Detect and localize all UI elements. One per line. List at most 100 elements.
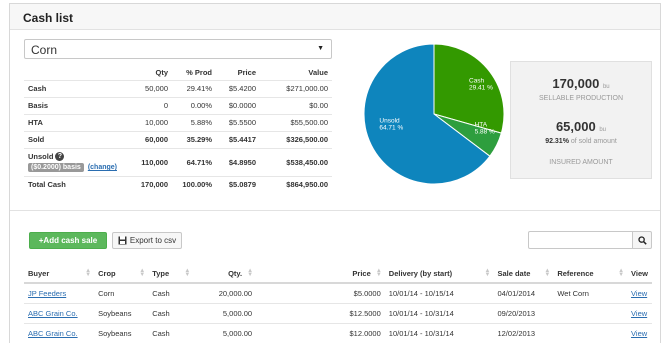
pie-label-hta: HTA [475, 122, 488, 129]
sort-icon: ▲ ▼ [247, 268, 254, 278]
delivery-cell: 10/01/14 - 10/15/14 [384, 283, 494, 304]
view-link[interactable]: View [631, 309, 647, 318]
production-stats-box: 170,000 bu SELLABLE PRODUCTION 65,000 bu… [510, 61, 652, 179]
column-header-pct-prod: % Prod [186, 68, 212, 78]
search-button[interactable] [633, 231, 652, 249]
sort-icon: ▲ ▼ [139, 268, 146, 278]
view-link[interactable]: View [631, 289, 647, 298]
column-header-sale-date[interactable]: Sale date ▲ ▼ [493, 264, 554, 284]
view-link[interactable]: View [631, 329, 647, 338]
unsold-row: Unsold ? ($0.2000) basis (change) 110,00… [24, 147, 332, 176]
column-header-value: Value [308, 68, 328, 78]
pie-percent-cash: 29.41 % [469, 85, 493, 92]
insured-unit: bu [599, 127, 607, 133]
delivery-cell: 10/01/14 - 10/31/14 [384, 323, 494, 343]
qty-cell: 110,000 [128, 147, 172, 176]
column-header-qty[interactable]: Qty. ▲ ▼ [193, 264, 257, 284]
buyer-link[interactable]: ABC Grain Co. [28, 329, 78, 338]
pct-cell: 100.00% [172, 175, 216, 193]
price-cell: $12.0000 [256, 323, 385, 343]
insured-amount-label: INSURED AMOUNT [549, 159, 613, 166]
row-label: Basis [24, 96, 128, 114]
row-label: Sold [24, 130, 128, 148]
cash-summary-table: Qty % Prod Price Value Cash 50,000 29.41… [24, 66, 332, 193]
value-cell: $538,450.00 [260, 147, 332, 176]
pie-percent-hta: 5.88 % [475, 129, 495, 136]
sales-pie-chart: Cash29.41 % HTA5.88 % Unsold64.71 % [363, 43, 505, 185]
production-unit: bu [602, 84, 610, 90]
buyer-link[interactable]: ABC Grain Co. [28, 309, 78, 318]
column-header-view: View [627, 264, 652, 284]
column-header-qty: Qty [155, 68, 168, 78]
crop-cell: Soybeans [94, 323, 149, 343]
price-cell: $5.5500 [216, 113, 260, 131]
qty-cell: 0 [128, 96, 172, 114]
pct-cell: 35.29% [172, 130, 216, 148]
column-header-price: Price [237, 68, 256, 78]
cash-table-header: Qty % Prod Price Value [24, 66, 332, 80]
price-cell: $5.0879 [216, 175, 260, 193]
pie-label-cash: Cash [469, 78, 485, 85]
row-label: HTA [24, 113, 128, 131]
price-cell: $5.4200 [216, 79, 260, 97]
sale-date-cell: 09/20/2013 [493, 303, 554, 324]
row-label: Total Cash [24, 175, 128, 193]
sale-date-cell: 04/01/2014 [493, 283, 554, 304]
sort-icon: ▲ ▼ [184, 268, 191, 278]
export-csv-button[interactable]: Export to csv [112, 232, 182, 249]
pct-cell: 0.00% [172, 96, 216, 114]
reference-cell [553, 303, 628, 324]
help-icon[interactable]: ? [55, 152, 65, 161]
type-cell: Cash [148, 283, 194, 304]
type-cell: Cash [148, 303, 194, 324]
sold-percent-line: 92.31% of sold amount [511, 138, 651, 145]
column-header-crop[interactable]: Crop ▲ ▼ [94, 264, 149, 284]
pie-percent-unsold: 64.71 % [379, 124, 403, 131]
value-cell: $864,950.00 [260, 175, 332, 193]
sold-percent: 92.31% [545, 138, 569, 145]
sort-icon: ▲ ▼ [544, 268, 551, 278]
column-header-price[interactable]: Price ▲ ▼ [256, 264, 385, 284]
price-cell: $4.8950 [216, 147, 260, 176]
column-header-delivery[interactable]: Delivery (by start) ▲ ▼ [384, 264, 494, 284]
value-cell: $271,000.00 [260, 79, 332, 97]
sort-icon: ▲ ▼ [85, 268, 92, 278]
qty-cell: 20,000.00 [193, 283, 257, 304]
table-row: ABC Grain Co. Soybeans Cash 5,000.00 $12… [24, 303, 652, 324]
reference-cell: Wet Corn [553, 283, 628, 304]
cash-row: Cash 50,000 29.41% $5.4200 $271,000.00 [24, 79, 332, 97]
sales-table-header: Buyer ▲ ▼ Crop ▲ ▼ Type ▲ ▼ Qty. ▲ ▼ Price ▲ ▼ Del… [24, 264, 652, 284]
sales-table: Buyer ▲ ▼ Crop ▲ ▼ Type ▲ ▼ Qty. ▲ ▼ Price ▲ ▼ Del… [24, 264, 652, 343]
column-header-reference[interactable]: Reference ▲ ▼ [553, 264, 628, 284]
page-title: Cash list [23, 11, 74, 25]
hta-row: HTA 10,000 5.88% $5.5500 $55,500.00 [24, 113, 332, 131]
price-cell: $5.0000 [256, 283, 385, 304]
table-row: ABC Grain Co. Soybeans Cash 5,000.00 $12… [24, 323, 652, 343]
value-cell: $326,500.00 [260, 130, 332, 148]
basis-badge: ($0.2000) basis [28, 163, 84, 172]
basis-row: Basis 0 0.00% $0.0000 $0.00 [24, 96, 332, 114]
cash-list-panel: Cash list Corn ▼ Qty % Prod Price Value … [9, 3, 661, 343]
total-cash-row: Total Cash 170,000 100.00% $5.0879 $864,… [24, 175, 332, 193]
change-basis-link[interactable]: (change) [88, 164, 117, 171]
section-divider [10, 210, 660, 211]
sort-icon: ▲ ▼ [618, 268, 625, 278]
insured-value: 65,000 bu [555, 119, 607, 134]
crop-select[interactable]: Corn ▼ [24, 39, 332, 59]
price-cell: $5.4417 [216, 130, 260, 148]
column-header-buyer[interactable]: Buyer ▲ ▼ [24, 264, 95, 284]
buyer-link[interactable]: JP Feeders [28, 289, 66, 298]
qty-cell: 60,000 [128, 130, 172, 148]
type-cell: Cash [148, 323, 194, 343]
value-cell: $0.00 [260, 96, 332, 114]
pct-cell: 29.41% [172, 79, 216, 97]
crop-select-value: Corn [31, 43, 58, 57]
search-input[interactable] [528, 231, 633, 249]
value-cell: $55,500.00 [260, 113, 332, 131]
crop-cell: Corn [94, 283, 149, 304]
save-icon [118, 236, 127, 245]
column-header-type[interactable]: Type ▲ ▼ [148, 264, 194, 284]
add-cash-sale-button[interactable]: +Add cash sale [29, 232, 107, 249]
qty-cell: 5,000.00 [193, 303, 257, 324]
search-icon [637, 235, 647, 245]
